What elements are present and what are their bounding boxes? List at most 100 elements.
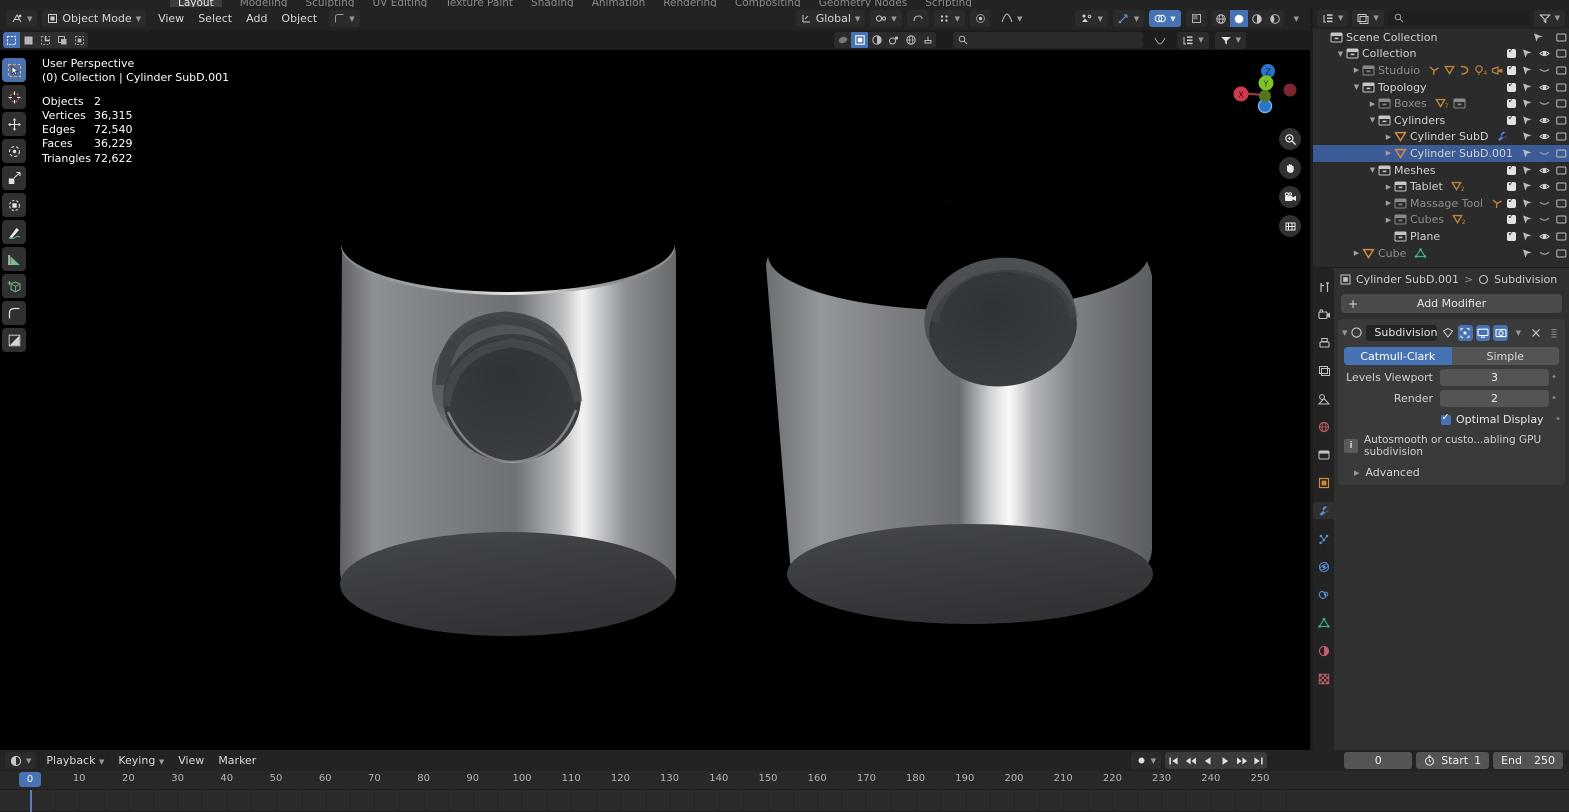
overlay-paint-icon[interactable] [919, 32, 936, 48]
jump-to-prev-keyframe-button[interactable] [1182, 752, 1199, 769]
expand-chevron-icon[interactable]: ▼ [1342, 329, 1347, 337]
outliner-filter-button[interactable]: ▼ [1533, 9, 1565, 27]
overlay-world-icon[interactable] [902, 32, 919, 48]
optimal-display-checkbox[interactable] [1441, 412, 1451, 425]
measure-tool[interactable] [2, 247, 26, 271]
selectable-toggle[interactable] [1522, 82, 1533, 93]
select-invert-button[interactable] [54, 32, 71, 48]
properties-tab-collection[interactable] [1315, 446, 1332, 463]
disclosure-triangle[interactable]: ▼ [1351, 83, 1362, 91]
playhead[interactable] [30, 790, 32, 812]
modifier-close-button[interactable] [1529, 325, 1544, 341]
end-value[interactable]: 250 [1534, 754, 1555, 767]
overlay-wire-icon[interactable] [834, 32, 851, 48]
render-toggle[interactable] [1556, 165, 1567, 176]
outliner-row-toggles[interactable] [1507, 163, 1567, 176]
navigation-gizmo[interactable]: Z Y X [1228, 58, 1298, 128]
timeline-menu-view[interactable]: View [171, 752, 211, 769]
disclosure-triangle[interactable]: ▶ [1383, 149, 1394, 157]
render-toggle[interactable] [1556, 131, 1567, 142]
outliner-row-toggles[interactable] [1507, 229, 1567, 242]
render-toggle[interactable] [1556, 248, 1567, 259]
viewport-menu-object[interactable]: Object [274, 10, 324, 27]
shear-tool[interactable] [2, 328, 26, 352]
outliner-row-cube[interactable]: ▶ Cube [1313, 245, 1569, 262]
camera-icon[interactable] [1279, 186, 1301, 208]
end-frame-field[interactable]: End 250 [1493, 752, 1563, 769]
start-frame-field[interactable]: Start 1 [1416, 752, 1490, 769]
disclosure-triangle[interactable]: ▼ [1367, 166, 1378, 174]
outliner-row-boxes[interactable]: ▶ Boxes 7 [1313, 95, 1569, 112]
properties-tab-output[interactable] [1315, 334, 1332, 351]
outliner-search-field[interactable] [1387, 10, 1530, 26]
visibility-toggle[interactable] [1539, 248, 1550, 259]
properties-tab-render[interactable] [1315, 306, 1332, 323]
outliner-row-tablet[interactable]: ▶ Tablet 2 [1313, 178, 1569, 195]
selectable-toggle[interactable] [1522, 165, 1533, 176]
render-display-icon[interactable] [1493, 324, 1509, 341]
outliner-row-cylinder-subd[interactable]: ▶ Cylinder SubD [1313, 129, 1569, 146]
field-value[interactable]: 2 [1440, 390, 1549, 407]
viewport-nav-buttons[interactable] [1279, 128, 1301, 237]
outliner-row-toggles[interactable] [1507, 248, 1567, 259]
properties-tab-physics[interactable] [1315, 558, 1332, 575]
jump-to-next-keyframe-button[interactable] [1233, 752, 1250, 769]
grid-perspective-icon[interactable] [1279, 215, 1301, 237]
enable-checkbox[interactable] [1507, 212, 1516, 225]
outliner-row-toggles[interactable] [1507, 96, 1567, 109]
playback-controls[interactable] [1165, 752, 1267, 769]
render-toggle[interactable] [1556, 198, 1567, 209]
playhead-frame-label[interactable]: 0 [19, 772, 41, 787]
enable-checkbox[interactable] [1507, 179, 1516, 192]
visibility-toggle[interactable] [1539, 181, 1550, 192]
render-toggle[interactable] [1556, 115, 1567, 126]
enable-checkbox[interactable] [1507, 113, 1516, 125]
render-toggle[interactable] [1556, 181, 1567, 192]
outliner-row-toggles[interactable] [1507, 196, 1567, 209]
zoom-icon[interactable] [1279, 128, 1301, 150]
transform-tool[interactable] [2, 193, 26, 217]
properties-tab-modifier[interactable] [1313, 502, 1334, 519]
render-toggle[interactable] [1556, 32, 1567, 43]
disclosure-triangle[interactable]: ▶ [1383, 183, 1394, 191]
outliner-row-massage-tool[interactable]: ▶ Massage Tool [1313, 195, 1569, 212]
visibility-toggle[interactable] [1539, 231, 1550, 242]
render-toggle[interactable] [1556, 231, 1567, 242]
properties-tab-constraints[interactable] [1315, 586, 1332, 603]
viewport-menu-view[interactable]: View [151, 10, 191, 27]
sorting-button[interactable]: ▼ [1177, 31, 1209, 49]
overlay-cavity-icon[interactable] [885, 32, 902, 48]
modifier-name-field[interactable]: Subdivision [1366, 324, 1438, 341]
selectable-toggle[interactable] [1522, 98, 1533, 109]
play-button[interactable] [1216, 752, 1233, 769]
outliner-row-cylinder-subd-001[interactable]: ▶ Cylinder SubD.001 [1313, 145, 1569, 162]
shading-mode-group[interactable] [1211, 10, 1284, 27]
enable-checkbox[interactable] [1507, 196, 1516, 208]
outliner-row-toggles[interactable] [1507, 113, 1567, 126]
properties-tab-particles[interactable] [1315, 530, 1332, 547]
overlay-shadow-icon[interactable] [868, 32, 885, 48]
render-toggle[interactable] [1556, 214, 1567, 225]
outliner-row-toggles[interactable] [1507, 179, 1567, 192]
disclosure-triangle[interactable]: ▶ [1383, 216, 1394, 224]
enable-checkbox[interactable] [1507, 46, 1516, 59]
visibility-toggle[interactable] [1539, 165, 1550, 176]
timeline-menu-playback[interactable]: Playback ▼ [39, 752, 111, 769]
viewport-overlay-group[interactable] [834, 32, 937, 48]
bevel-tool[interactable] [2, 301, 26, 325]
render-toggle[interactable] [1556, 82, 1567, 93]
selectable-toggle[interactable] [1522, 48, 1533, 59]
filter-button[interactable]: ▼ [1214, 31, 1246, 49]
selectable-toggle[interactable] [1522, 148, 1533, 159]
subdivision-algorithm-selector[interactable]: Catmull-Clark Simple [1344, 347, 1559, 365]
outliner-row-plane[interactable]: Plane [1313, 228, 1569, 245]
scale-tool[interactable] [2, 166, 26, 190]
visibility-toggle[interactable] [1539, 65, 1550, 76]
timeline-track-area[interactable] [0, 789, 1569, 812]
breadcrumb-object[interactable]: Cylinder SubD.001 [1356, 273, 1459, 286]
object-mode-selector[interactable]: Object Mode ▼ [42, 10, 147, 27]
disclosure-triangle[interactable]: ▶ [1351, 66, 1362, 74]
enable-checkbox[interactable] [1507, 63, 1516, 75]
enable-checkbox[interactable] [1507, 163, 1516, 175]
rotate-tool[interactable] [2, 139, 26, 163]
